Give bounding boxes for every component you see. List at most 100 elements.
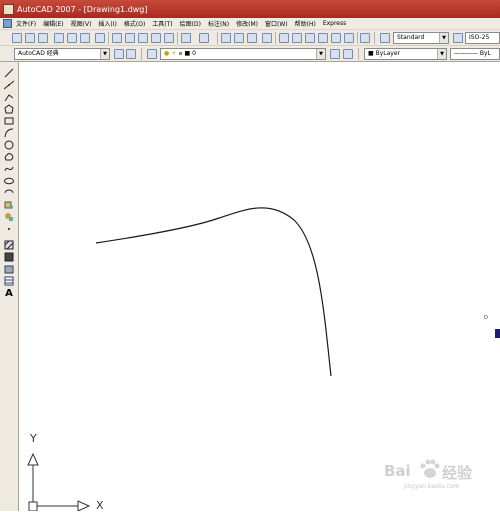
workspace-select[interactable]: AutoCAD 经典 ▼ [14, 48, 110, 60]
table-icon[interactable] [4, 276, 14, 286]
3d-dwf-icon[interactable] [95, 33, 105, 43]
toolbar-separator [275, 32, 276, 44]
menu-help[interactable]: 帮助(H) [295, 19, 316, 28]
workspace-save-icon[interactable] [126, 49, 136, 59]
multiline-text-icon[interactable]: A [4, 289, 14, 299]
layer-color-swatch: ■ [184, 50, 191, 57]
chevron-down-icon[interactable]: ▼ [439, 33, 448, 43]
ucs-x-arrow-icon [77, 500, 91, 511]
standard-toolbar: Standard ▼ ISO-25 [0, 30, 500, 46]
circle-icon[interactable] [4, 140, 14, 150]
spline-curve [95, 207, 332, 377]
window-title: AutoCAD 2007 - [Drawing1.dwg] [17, 4, 148, 14]
menu-edit[interactable]: 编辑(E) [43, 19, 63, 28]
menu-insert[interactable]: 插入(I) [98, 19, 116, 28]
drawing-canvas[interactable]: Y X D [19, 62, 500, 512]
insert-block-icon[interactable] [4, 200, 14, 210]
menu-tools[interactable]: 工具(T) [152, 19, 172, 28]
menu-draw[interactable]: 绘图(D) [180, 19, 201, 28]
menu-dimension[interactable]: 标注(N) [208, 19, 229, 28]
workspace-settings-icon[interactable] [114, 49, 124, 59]
hatch-icon[interactable] [4, 240, 14, 250]
publish-icon[interactable] [80, 33, 90, 43]
match-properties-icon[interactable] [151, 33, 161, 43]
zoom-previous-icon[interactable] [262, 33, 272, 43]
ellipse-arc-icon[interactable] [4, 188, 14, 198]
layer-value: 0 [192, 50, 196, 57]
toolbar-separator [141, 48, 142, 60]
menu-file[interactable]: 文件(F) [16, 19, 36, 28]
watermark-url: jingyan.baidu.com [404, 483, 460, 490]
polygon-icon[interactable] [4, 104, 14, 114]
save-icon[interactable] [38, 33, 48, 43]
dim-style-icon[interactable] [453, 33, 463, 43]
menu-format[interactable]: 格式(O) [124, 19, 145, 28]
revision-cloud-icon[interactable] [4, 152, 14, 162]
properties-icon[interactable] [279, 33, 289, 43]
markup-icon[interactable] [331, 33, 341, 43]
undo-icon[interactable] [181, 33, 191, 43]
menu-bar: 文件(F) 编辑(E) 视图(V) 插入(I) 格式(O) 工具(T) 绘图(D… [0, 18, 500, 30]
cut-icon[interactable] [112, 33, 122, 43]
layer-previous-icon[interactable] [343, 49, 353, 59]
menu-express[interactable]: Express [323, 20, 346, 27]
text-style-select[interactable]: Standard ▼ [393, 32, 449, 44]
tool-palettes-icon[interactable] [305, 33, 315, 43]
watermark-brand2: 经验 [442, 464, 473, 482]
help-icon[interactable] [360, 33, 370, 43]
dim-style-select[interactable]: ISO-25 [465, 32, 500, 44]
color-select[interactable]: ■ ByLayer ▼ [364, 48, 447, 60]
print-icon[interactable] [54, 33, 64, 43]
make-block-icon[interactable] [4, 212, 14, 222]
baidu-watermark: Bai 经验 jingyan.baidu.com [384, 458, 496, 494]
chevron-down-icon[interactable]: ▼ [316, 49, 325, 59]
arc-icon[interactable] [4, 128, 14, 138]
plot-preview-icon[interactable] [67, 33, 77, 43]
sheet-set-icon[interactable] [318, 33, 328, 43]
linetype-value: ByL [479, 50, 491, 57]
layers-toolbar: AutoCAD 经典 ▼ ● ☀ ▪ ■ 0 ▼ ■ ByLayer ▼ ———… [0, 46, 500, 62]
color-value: ByLayer [375, 50, 400, 57]
drawing-svg [27, 207, 500, 511]
gradient-icon[interactable] [4, 252, 14, 262]
zoom-window-icon[interactable] [247, 33, 257, 43]
pan-icon[interactable] [221, 33, 231, 43]
sun-icon: ☀ [171, 50, 177, 57]
rectangle-icon[interactable] [4, 116, 14, 126]
edge-marker-label: D [484, 315, 488, 321]
design-center-icon[interactable] [292, 33, 302, 43]
autocad-app-icon[interactable] [3, 3, 14, 15]
calculator-icon[interactable] [344, 33, 354, 43]
spline-icon[interactable] [4, 164, 14, 174]
ellipse-icon[interactable] [4, 176, 14, 186]
document-system-icon[interactable] [3, 19, 12, 28]
title-bar: AutoCAD 2007 - [Drawing1.dwg] [0, 0, 500, 18]
layer-manager-icon[interactable] [147, 49, 157, 59]
layer-select[interactable]: ● ☀ ▪ ■ 0 ▼ [160, 48, 326, 60]
toolbar-separator [374, 32, 375, 44]
text-style-icon[interactable] [380, 33, 390, 43]
chevron-down-icon[interactable]: ▼ [437, 49, 446, 59]
paste-icon[interactable] [138, 33, 148, 43]
region-icon[interactable] [4, 264, 14, 274]
linetype-select[interactable]: ———— ByL [450, 48, 500, 60]
menu-view[interactable]: 视图(V) [71, 19, 92, 28]
chevron-down-icon[interactable]: ▼ [100, 49, 109, 59]
text-style-value: Standard [397, 34, 425, 41]
block-editor-icon[interactable] [164, 33, 174, 43]
menu-window[interactable]: 窗口(W) [265, 19, 288, 28]
zoom-realtime-icon[interactable] [234, 33, 244, 43]
make-object-layer-current-icon[interactable] [330, 49, 340, 59]
construction-line-icon[interactable] [4, 80, 14, 90]
point-icon[interactable] [4, 224, 14, 234]
layer-lock-icon: ▪ [178, 50, 183, 57]
redo-icon[interactable] [199, 33, 209, 43]
new-icon[interactable] [12, 33, 22, 43]
copy-icon[interactable] [125, 33, 135, 43]
toolbar-separator [358, 48, 359, 60]
polyline-icon[interactable] [4, 92, 14, 102]
line-icon[interactable] [4, 68, 14, 78]
open-icon[interactable] [25, 33, 35, 43]
workspace-value: AutoCAD 经典 [18, 50, 59, 57]
menu-modify[interactable]: 修改(M) [236, 19, 258, 28]
